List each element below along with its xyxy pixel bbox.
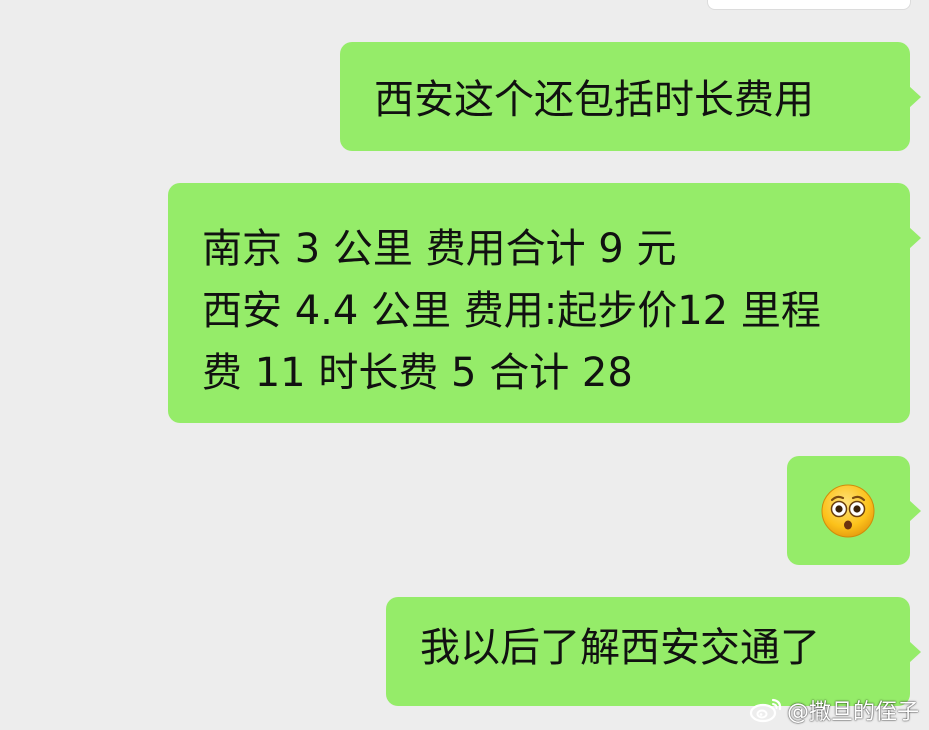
message-text-line: 费 11 时长费 5 合计 28 <box>202 350 633 396</box>
previous-message-bubble-edge <box>707 0 911 10</box>
message-text-line: 南京 3 公里 费用合计 9 元 <box>202 226 677 272</box>
watermark-handle: @撒旦的侄子 <box>786 700 919 725</box>
chat-bubble-outgoing[interactable]: 西安这个还包括时长费用 <box>340 42 921 151</box>
chat-bubble-outgoing[interactable]: 南京 3 公里 费用合计 9 元 西安 4.4 公里 费用:起步价12 里程 费… <box>168 183 921 423</box>
weibo-logo-icon <box>749 698 782 723</box>
message-text-line: 西安 4.4 公里 费用:起步价12 里程 <box>202 288 821 334</box>
flushed-face-emoji-icon <box>821 484 875 538</box>
chat-bubble-outgoing[interactable]: 我以后了解西安交通了 <box>386 597 921 706</box>
message-text: 西安这个还包括时长费用 <box>374 77 814 123</box>
message-text: 我以后了解西安交通了 <box>420 625 820 671</box>
weibo-watermark: @撒旦的侄子 <box>749 696 919 725</box>
chat-bubble-outgoing[interactable] <box>787 456 921 565</box>
